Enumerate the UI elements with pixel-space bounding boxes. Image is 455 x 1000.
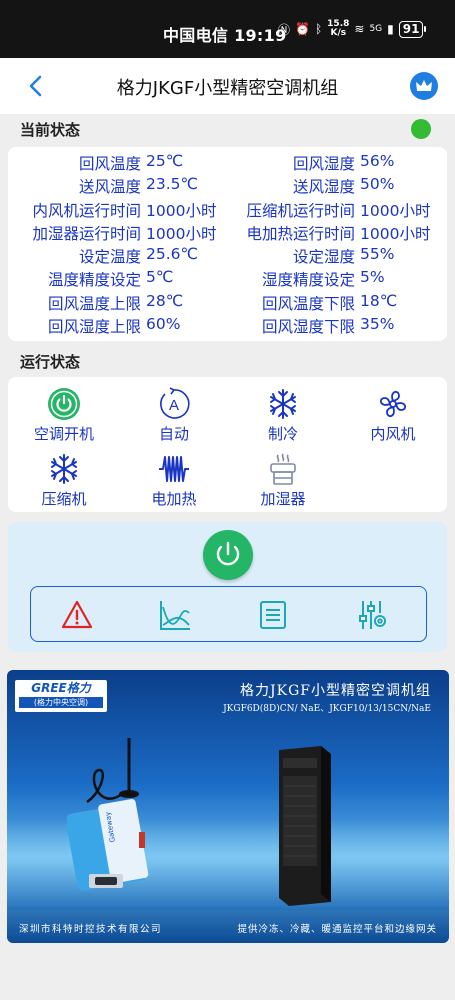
snowflake-icon [270, 389, 296, 419]
param-value: 5℃ [146, 268, 174, 287]
battery-icon: 91 [398, 20, 427, 38]
settings-sliders-icon[interactable] [357, 599, 389, 631]
gree-logo: GREE格力 (格力中央空调) [15, 680, 107, 712]
status-heater: 电加热 [124, 452, 224, 509]
param-value: 25.6℃ [146, 245, 198, 264]
list-icon[interactable] [257, 599, 289, 631]
page-title: 格力JKGF小型精密空调机组 [116, 78, 339, 99]
param-label: 回风湿度上限 [47, 318, 141, 337]
running-status-label: 运行状态 [20, 353, 81, 371]
param-value: 55% [360, 245, 395, 264]
auto-icon: A [160, 387, 190, 419]
param-label: 回风温度下限 [261, 294, 355, 313]
snowflake-icon [51, 454, 77, 484]
tool-bar [30, 586, 427, 642]
status-icons: Ⓝ ⏰ ᛒ 15.8 K/s ≋ 5G ▮ 91 [278, 19, 427, 38]
param-label: 回风温度上限 [47, 294, 141, 313]
param-label: 回风湿度下限 [261, 318, 355, 337]
bluetooth-icon: ᛒ [314, 22, 323, 36]
param-value: 23.5℃ [146, 175, 198, 194]
status-auto: A 自动 [124, 387, 224, 444]
banner-company: 深圳市科特时控技术有限公司 [19, 924, 163, 935]
param-value: 60% [146, 315, 181, 334]
system-status-bar: 中国电信 19:19 Ⓝ ⏰ ᛒ 15.8 K/s ≋ 5G ▮ 91 [0, 0, 455, 58]
param-row: 加湿器运行时间 1000小时 电加热运行时间 1000小时 [8, 222, 447, 245]
param-value: 35% [360, 315, 395, 334]
param-value: 18℃ [360, 291, 398, 310]
heater-label: 电加热 [151, 490, 197, 508]
param-value: 1000小时 [146, 201, 217, 220]
alarm-icon: ⏰ [295, 22, 310, 36]
param-row: 设定温度 25.6℃ 设定湿度 55% [8, 245, 447, 268]
param-label: 压缩机运行时间 [246, 201, 355, 220]
product-banner[interactable]: GREE格力 (格力中央空调) 格力JKGF小型精密空调机组 JKGF6D(8D… [7, 670, 449, 943]
status-indoor-fan: 内风机 [343, 387, 443, 444]
param-row: 送风温度 23.5℃ 送风湿度 50% [8, 175, 447, 198]
param-label: 回风温度 [78, 155, 141, 173]
param-row: 内风机运行时间 1000小时 压缩机运行时间 1000小时 [8, 199, 447, 222]
power-icon [48, 388, 80, 420]
signal-type: 5G [369, 24, 383, 34]
param-label: 设定湿度 [292, 248, 355, 267]
param-label: 回风湿度 [292, 155, 355, 173]
app-header: 格力JKGF小型精密空调机组 [0, 58, 455, 114]
warning-icon[interactable] [61, 599, 93, 631]
param-value: 5% [360, 268, 385, 287]
param-value: 28℃ [146, 291, 184, 310]
param-label: 加湿器运行时间 [32, 224, 141, 243]
param-row: 回风湿度上限 60% 回风湿度下限 35% [8, 315, 447, 338]
param-value: 50% [360, 175, 395, 194]
param-row: 回风温度上限 28℃ 回风温度下限 18℃ [8, 292, 447, 315]
compressor-label: 压缩机 [41, 490, 87, 508]
param-label: 湿度精度设定 [261, 271, 355, 290]
power-icon [216, 541, 240, 566]
param-label: 设定温度 [78, 248, 141, 267]
param-row: 温度精度设定 5℃ 湿度精度设定 5% [8, 268, 447, 291]
param-label: 内风机运行时间 [32, 201, 141, 220]
param-row: 回风温度 25℃ 回风湿度 56% [8, 152, 447, 175]
cooling-label: 制冷 [267, 425, 298, 443]
net-speed: 15.8 K/s [327, 19, 350, 38]
control-panel [8, 522, 447, 652]
param-value: 25℃ [146, 152, 184, 170]
cabinet-unit-image [279, 746, 331, 906]
fan-icon [379, 390, 407, 418]
status-humidifier: 加湿器 [233, 452, 333, 509]
param-label: 送风湿度 [292, 178, 355, 197]
status-ac-power: 空调开机 [14, 387, 114, 444]
param-label: 温度精度设定 [47, 271, 141, 290]
gateway-device-image: Gateway [67, 738, 149, 891]
auto-label: 自动 [158, 425, 189, 443]
online-status-indicator [411, 119, 431, 139]
param-label: 送风温度 [78, 178, 141, 197]
param-value: 1000小时 [360, 201, 431, 220]
banner-subtitle: JKGF6D(8D)CN/ NaE、JKGF10/13/15CN/NaE [223, 704, 431, 714]
humidifier-icon [270, 453, 296, 485]
humidifier-label: 加湿器 [260, 490, 306, 508]
param-value: 56% [360, 152, 395, 170]
banner-slogan: 提供冷冻、冷藏、暖通监控平台和边缘网关 [237, 924, 437, 935]
wifi-icon: ≋ [354, 22, 365, 36]
signal-bars-icon: ▮ [387, 22, 394, 36]
param-value: 1000小时 [146, 224, 217, 243]
carrier-and-time: 中国电信 19:19 [163, 26, 287, 45]
param-label: 电加热运行时间 [246, 224, 355, 243]
status-cooling: 制冷 [233, 387, 333, 444]
nfc-icon: Ⓝ [278, 22, 291, 37]
running-status-card: 空调开机 A 自动 制冷 内风机 压缩机 电加热 加湿器 [8, 377, 447, 512]
parameters-card: 回风温度 25℃ 回风湿度 56% 送风温度 23.5℃ 送风湿度 50% 内风… [8, 147, 447, 341]
current-status-label: 当前状态 [20, 121, 81, 139]
svg-text:A: A [169, 397, 179, 414]
status-compressor: 压缩机 [14, 452, 114, 509]
chart-icon[interactable] [159, 599, 191, 631]
param-value: 1000小时 [360, 224, 431, 243]
heater-icon [159, 456, 189, 482]
banner-title: 格力JKGF小型精密空调机组 [240, 683, 431, 699]
crown-icon[interactable] [410, 72, 438, 100]
ac-power-label: 空调开机 [33, 425, 94, 443]
power-button[interactable] [203, 530, 253, 580]
indoor-fan-label: 内风机 [370, 425, 416, 443]
